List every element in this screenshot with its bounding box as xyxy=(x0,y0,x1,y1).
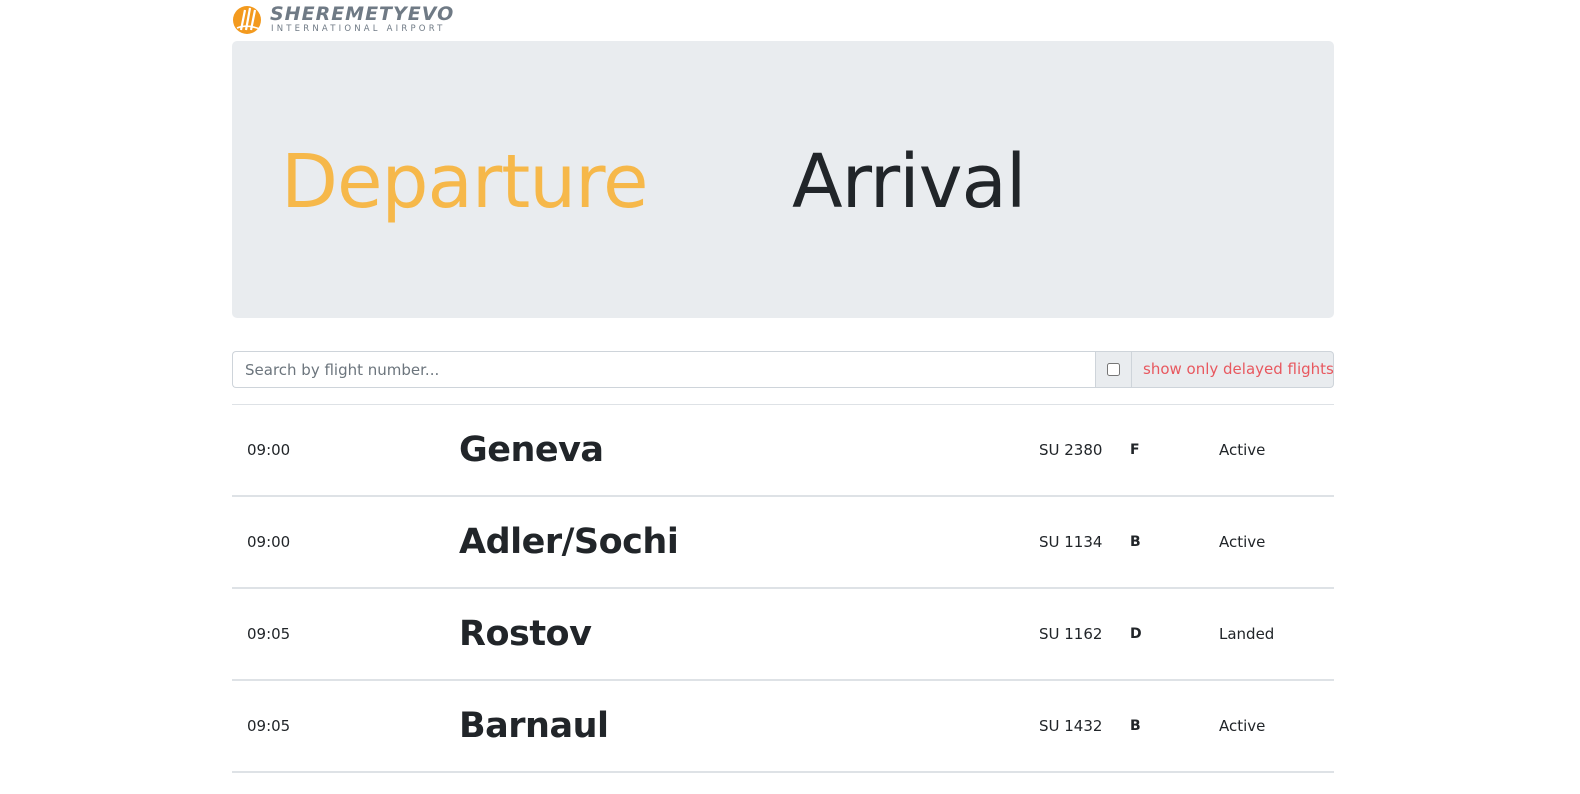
delayed-only-label[interactable]: show only delayed flights xyxy=(1132,351,1334,388)
tab-arrival[interactable]: Arrival xyxy=(792,137,1026,227)
flight-terminal: F xyxy=(1130,442,1140,458)
flight-destination: Rostov xyxy=(459,614,592,654)
flight-terminal: B xyxy=(1130,718,1141,734)
flight-terminal: B xyxy=(1130,534,1141,550)
delayed-only-checkbox[interactable] xyxy=(1107,363,1120,376)
flight-terminal: D xyxy=(1130,626,1142,642)
flight-time: 09:00 xyxy=(247,441,291,459)
flight-number: SU 1134 xyxy=(1039,533,1103,551)
flight-destination: Barnaul xyxy=(459,706,609,746)
flight-row[interactable]: 09:05 Rostov SU 1162 D Landed xyxy=(232,589,1334,681)
flight-number: SU 2380 xyxy=(1039,441,1103,459)
flight-time: 09:05 xyxy=(247,717,291,735)
flight-status: Active xyxy=(1219,717,1266,735)
flight-row[interactable]: 09:00 Adler/Sochi SU 1134 B Active xyxy=(232,497,1334,589)
flights-table: 09:00 Geneva SU 2380 F Active 09:00 Adle… xyxy=(232,404,1334,773)
tab-departure[interactable]: Departure xyxy=(281,137,648,227)
logo-subtitle: INTERNATIONAL AIRPORT xyxy=(271,24,446,34)
flight-destination: Adler/Sochi xyxy=(459,522,679,562)
flight-search-input[interactable] xyxy=(232,351,1095,388)
flight-destination: Geneva xyxy=(459,430,604,470)
logo-title: SHEREMETYEVO xyxy=(270,3,455,25)
flight-number: SU 1432 xyxy=(1039,717,1103,735)
airport-logo-icon xyxy=(233,6,261,34)
direction-tabs-panel: Departure Arrival xyxy=(232,41,1334,318)
flight-status: Landed xyxy=(1219,625,1275,643)
airport-logo[interactable]: SHEREMETYEVO INTERNATIONAL AIRPORT xyxy=(232,2,492,38)
flight-status: Active xyxy=(1219,533,1266,551)
flight-number: SU 1162 xyxy=(1039,625,1103,643)
flight-time: 09:00 xyxy=(247,533,291,551)
flight-row[interactable]: 09:00 Geneva SU 2380 F Active xyxy=(232,405,1334,497)
flight-status: Active xyxy=(1219,441,1266,459)
flight-time: 09:05 xyxy=(247,625,291,643)
search-bar: show only delayed flights xyxy=(232,351,1334,388)
delayed-checkbox-wrapper xyxy=(1095,351,1132,388)
flight-row[interactable]: 09:05 Barnaul SU 1432 B Active xyxy=(232,681,1334,773)
